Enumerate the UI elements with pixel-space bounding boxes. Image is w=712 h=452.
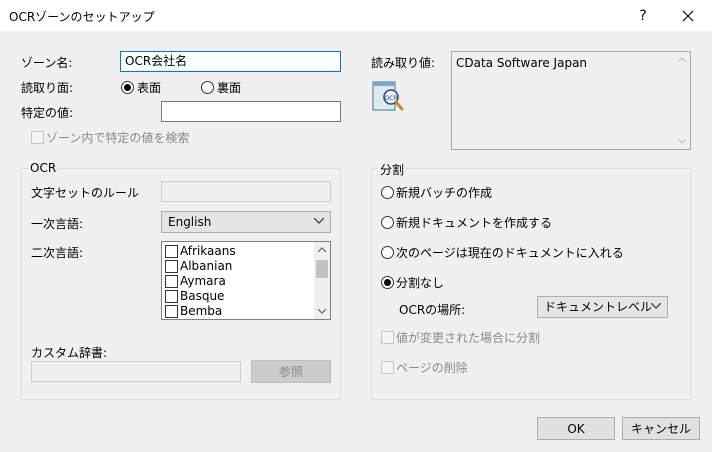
checkbox-control[interactable] (165, 275, 178, 288)
checkbox-control[interactable] (165, 260, 178, 273)
primary-language-value: English (168, 215, 212, 229)
zone-name-input[interactable]: OCR会社名 (120, 51, 341, 72)
ocr-group-title: OCR (28, 161, 59, 175)
list-item[interactable]: Afrikaans (163, 244, 311, 259)
split-none-label: 分割なし (396, 276, 445, 290)
close-icon (682, 10, 694, 21)
read-side-front-label: 表面 (137, 81, 162, 95)
split-new-batch-label: 新規バッチの作成 (396, 186, 493, 200)
read-side-back-radio[interactable]: 裏面 (201, 79, 241, 96)
split-none-radio[interactable]: 分割なし (381, 274, 444, 291)
read-side-back-label: 裏面 (217, 81, 242, 95)
radio-control[interactable] (381, 186, 394, 199)
browse-button[interactable]: 参照 (251, 360, 331, 383)
list-item-label: Albanian (180, 259, 233, 273)
zone-name-label: ゾーン名: (21, 56, 73, 70)
split-on-change-label: 値が変更された場合に分割 (396, 331, 541, 345)
checkbox-control[interactable] (165, 305, 178, 318)
checkbox-control[interactable] (31, 131, 44, 144)
cancel-button[interactable]: キャンセル (622, 417, 700, 440)
scroll-up-icon[interactable] (678, 57, 686, 62)
radio-control[interactable] (381, 216, 394, 229)
secondary-language-label: 二次言語: (31, 246, 84, 260)
split-group-title: 分割 (378, 161, 407, 178)
secondary-language-list[interactable]: Afrikaans Albanian Aymara Basque Bemba (161, 241, 331, 320)
scrollbar-thumb[interactable] (316, 260, 328, 278)
primary-language-select[interactable]: English (161, 211, 331, 233)
checkbox-control[interactable] (165, 245, 178, 258)
radio-control[interactable] (121, 81, 134, 94)
list-item[interactable]: Aymara (163, 274, 311, 289)
list-item-label: Basque (180, 289, 225, 303)
read-value-scrollbar[interactable] (674, 52, 690, 149)
checkbox-control[interactable] (381, 361, 394, 374)
delete-page-checkbox[interactable]: ページの削除 (381, 359, 468, 376)
scroll-up-icon[interactable] (318, 247, 326, 252)
chevron-down-icon (651, 303, 661, 309)
split-new-document-label: 新規ドキュメントを作成する (396, 216, 553, 230)
search-in-zone-label: ゾーン内で特定の値を検索 (46, 131, 190, 145)
ok-button[interactable]: OK (537, 417, 615, 440)
radio-control[interactable] (381, 246, 394, 259)
specific-value-label: 特定の値: (21, 106, 74, 120)
checkbox-control[interactable] (381, 331, 394, 344)
split-next-page-label: 次のページは現在のドキュメントに入れる (396, 246, 624, 260)
split-new-batch-radio[interactable]: 新規バッチの作成 (381, 184, 492, 201)
checkbox-control[interactable] (165, 290, 178, 303)
secondary-language-scrollbar[interactable] (314, 242, 330, 319)
read-side-front-radio[interactable]: 表面 (121, 79, 161, 96)
help-icon: ? (639, 7, 647, 24)
list-item-label: Bemba (180, 304, 223, 318)
delete-page-label: ページの削除 (396, 361, 468, 375)
custom-dictionary-label: カスタム辞書: (31, 346, 108, 360)
custom-dictionary-input[interactable] (31, 361, 241, 382)
radio-control[interactable] (201, 81, 214, 94)
primary-language-label: 一次言語: (31, 217, 84, 231)
help-button[interactable]: ? (623, 0, 663, 31)
read-side-label: 読取り面: (21, 81, 74, 95)
split-new-document-radio[interactable]: 新規ドキュメントを作成する (381, 214, 552, 231)
list-item[interactable]: Albanian (163, 259, 311, 274)
read-value-label: 読み取り値: (371, 56, 436, 70)
list-item[interactable]: Bemba (163, 304, 311, 319)
scroll-down-icon[interactable] (678, 139, 686, 144)
search-in-zone-checkbox[interactable]: ゾーン内で特定の値を検索 (31, 129, 189, 146)
read-value-box: CData Software Japan (451, 51, 691, 150)
chevron-down-icon (314, 218, 324, 224)
ocr-location-select[interactable]: ドキュメントレベル (537, 296, 668, 318)
radio-control[interactable] (381, 276, 394, 289)
close-button[interactable] (668, 0, 708, 31)
list-item-label: Aymara (180, 274, 226, 288)
scroll-down-icon[interactable] (318, 309, 326, 314)
charset-rule-label: 文字セットのルール (31, 186, 140, 200)
specific-value-input[interactable] (161, 101, 341, 122)
list-item[interactable]: Basque (163, 289, 311, 304)
list-item-label: Afrikaans (180, 244, 236, 258)
split-on-change-checkbox[interactable]: 値が変更された場合に分割 (381, 329, 540, 346)
charset-rule-input[interactable] (161, 181, 331, 202)
split-next-page-radio[interactable]: 次のページは現在のドキュメントに入れる (381, 244, 624, 261)
ocr-location-label: OCRの場所: (399, 303, 466, 317)
ocr-preview-icon[interactable]: OCR (372, 80, 404, 112)
ocr-location-value: ドキュメントレベル (544, 300, 653, 314)
window-title: OCRゾーンのセットアップ (9, 10, 155, 24)
read-value-text: CData Software Japan (456, 56, 588, 70)
